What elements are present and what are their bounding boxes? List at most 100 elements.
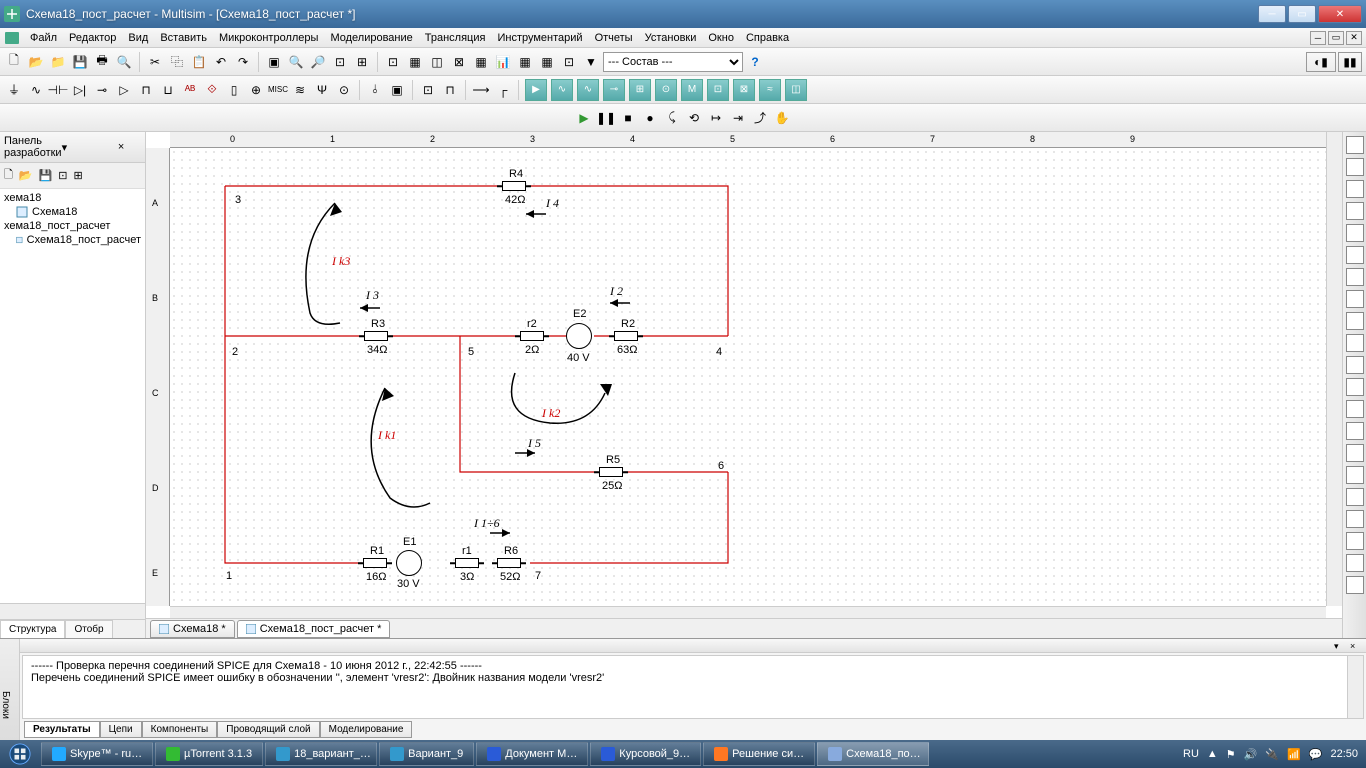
inst-agosc[interactable] — [1346, 444, 1364, 462]
schematic-canvas[interactable]: R4 42Ω R3 34Ω r2 2Ω E2 40 V R2 63Ω R5 25… — [170, 148, 1326, 606]
tray-icon[interactable]: ▲ — [1207, 748, 1218, 760]
taskbar-item[interactable]: Skype™ - ru… — [41, 742, 153, 766]
canvas-vscroll[interactable] — [1326, 132, 1342, 606]
tb-icon9[interactable]: ⊡ — [559, 52, 579, 72]
tray-icon[interactable]: 🔊 — [1244, 748, 1258, 761]
sim-step4[interactable]: ⇥ — [728, 108, 748, 128]
comp-r2[interactable] — [520, 331, 544, 341]
tb-icon6[interactable]: 📊 — [493, 52, 513, 72]
save-button[interactable]: 💾 — [70, 52, 90, 72]
tb-icon3[interactable]: ◫ — [427, 52, 447, 72]
comp-E1[interactable] — [396, 550, 422, 576]
pt-x2[interactable]: ⊞ — [73, 169, 82, 182]
sim-step5[interactable]: ⤴ — [750, 108, 770, 128]
probe-x[interactable]: ⊠ — [733, 79, 755, 101]
place-junction[interactable]: ┌ — [493, 80, 513, 100]
taskbar-item[interactable]: µTorrent 3.1.3 — [155, 742, 263, 766]
tray-icon[interactable]: ⚑ — [1226, 748, 1236, 761]
cmp-ttl[interactable]: ⊓ — [136, 80, 156, 100]
comp-R1[interactable] — [363, 558, 387, 568]
panel-tab-structure[interactable]: Структура — [0, 620, 65, 638]
menu-window[interactable]: Окно — [702, 30, 740, 46]
panel-pin[interactable]: ▾ — [62, 141, 102, 154]
sim-step2[interactable]: ⟲ — [684, 108, 704, 128]
menu-simulation[interactable]: Моделирование — [324, 30, 418, 46]
menu-transfer[interactable]: Трансляция — [419, 30, 492, 46]
open-button[interactable]: 📂 — [26, 52, 46, 72]
minimize-button[interactable]: ─ — [1258, 5, 1286, 23]
output-close[interactable]: × — [1350, 641, 1362, 651]
sim-rec[interactable]: ● — [640, 108, 660, 128]
comp-R2[interactable] — [614, 331, 638, 341]
doc-tab-1[interactable]: Схема18 * — [150, 620, 235, 638]
tray-icon[interactable]: 💬 — [1309, 748, 1323, 761]
cut-button[interactable]: ✂ — [145, 52, 165, 72]
inst-agfg[interactable] — [1346, 466, 1364, 484]
menu-reports[interactable]: Отчеты — [589, 30, 639, 46]
maximize-button[interactable]: ▭ — [1288, 5, 1316, 23]
hier2[interactable]: ⊓ — [440, 80, 460, 100]
mdi-close[interactable]: ✕ — [1346, 31, 1362, 45]
sim-stop2[interactable]: ■ — [618, 108, 638, 128]
cmp-misc[interactable]: ᴬᴮ — [180, 80, 200, 100]
log-vscroll[interactable] — [1347, 656, 1363, 718]
output-log[interactable]: ------ Проверка перечня соединений SPICE… — [22, 655, 1364, 719]
copy-button[interactable]: ⿻ — [167, 52, 187, 72]
comp-R5[interactable] — [599, 467, 623, 477]
menu-insert[interactable]: Вставить — [154, 30, 213, 46]
menu-help[interactable]: Справка — [740, 30, 795, 46]
design-tree[interactable]: хема18 Схема18 хема18_пост_расчет Схема1… — [0, 189, 145, 603]
inst-bode[interactable] — [1346, 246, 1364, 264]
cmp-ground[interactable]: ⏚ — [4, 80, 24, 100]
zoomfit-button[interactable]: ⊡ — [330, 52, 350, 72]
probe-int[interactable]: ∿ — [551, 79, 573, 101]
cmp-conn[interactable]: ⊙ — [334, 80, 354, 100]
paste-button[interactable]: 📋 — [189, 52, 209, 72]
inst-lv[interactable] — [1346, 554, 1364, 572]
menu-view[interactable]: Вид — [122, 30, 154, 46]
cmp-misc2[interactable]: MISC — [268, 80, 288, 100]
panel-close[interactable]: × — [101, 141, 141, 153]
mdi-minimize[interactable]: ─ — [1310, 31, 1326, 45]
zoomin-button[interactable]: 🔍 — [286, 52, 306, 72]
comp-r1[interactable] — [455, 558, 479, 568]
redo-button[interactable]: ↷ — [233, 52, 253, 72]
tb-icon1[interactable]: ⊡ — [383, 52, 403, 72]
cmp-opamp[interactable]: ▷ — [114, 80, 134, 100]
taskbar-item[interactable]: Курсовой_9… — [590, 742, 701, 766]
comp-R4[interactable] — [502, 181, 526, 191]
taskbar-item[interactable]: Схема18_по… — [817, 742, 929, 766]
tray-icon[interactable]: 🔌 — [1265, 748, 1279, 761]
place-text[interactable]: ⟶ — [471, 80, 491, 100]
inst-agmm[interactable] — [1346, 488, 1364, 506]
inst-probe[interactable] — [1346, 576, 1364, 594]
sim-switch[interactable]: ◐▮ — [1306, 52, 1336, 72]
tb-icon4[interactable]: ⊠ — [449, 52, 469, 72]
cmp-resistor[interactable]: ∿ — [26, 80, 46, 100]
inst-cur[interactable] — [1346, 532, 1364, 550]
zoomarea-button[interactable]: ⊞ — [352, 52, 372, 72]
status-combo[interactable]: --- Состав --- — [603, 52, 743, 72]
tb-icon7[interactable]: ▦ — [515, 52, 535, 72]
cmp-elec[interactable]: Ψ — [312, 80, 332, 100]
inst-funcgen[interactable] — [1346, 158, 1364, 176]
probe-m[interactable]: M — [681, 79, 703, 101]
inst-4chscope[interactable] — [1346, 224, 1364, 242]
sim-pause[interactable]: ❚❚ — [596, 108, 616, 128]
cmp-diode[interactable]: ▷| — [70, 80, 90, 100]
sim-step3[interactable]: ↦ — [706, 108, 726, 128]
tb-icon8[interactable]: ▦ — [537, 52, 557, 72]
otab-results[interactable]: Результаты — [24, 721, 100, 738]
tray-icon[interactable]: 📶 — [1287, 748, 1301, 761]
hier1[interactable]: ⊡ — [418, 80, 438, 100]
cmp-cmos[interactable]: ⊔ — [158, 80, 178, 100]
inst-wordgen[interactable] — [1346, 290, 1364, 308]
probe-f[interactable]: ⊡ — [707, 79, 729, 101]
panel-hscroll[interactable] — [0, 603, 145, 619]
taskbar-item[interactable]: Документ M… — [476, 742, 588, 766]
close-button[interactable]: ✕ — [1318, 5, 1362, 23]
menu-mcu[interactable]: Микроконтроллеры — [213, 30, 325, 46]
sim-play[interactable]: ▶ — [574, 108, 594, 128]
doc-tab-2[interactable]: Схема18_пост_расчет * — [237, 620, 391, 638]
new-button[interactable]: 🗋 — [4, 52, 24, 72]
